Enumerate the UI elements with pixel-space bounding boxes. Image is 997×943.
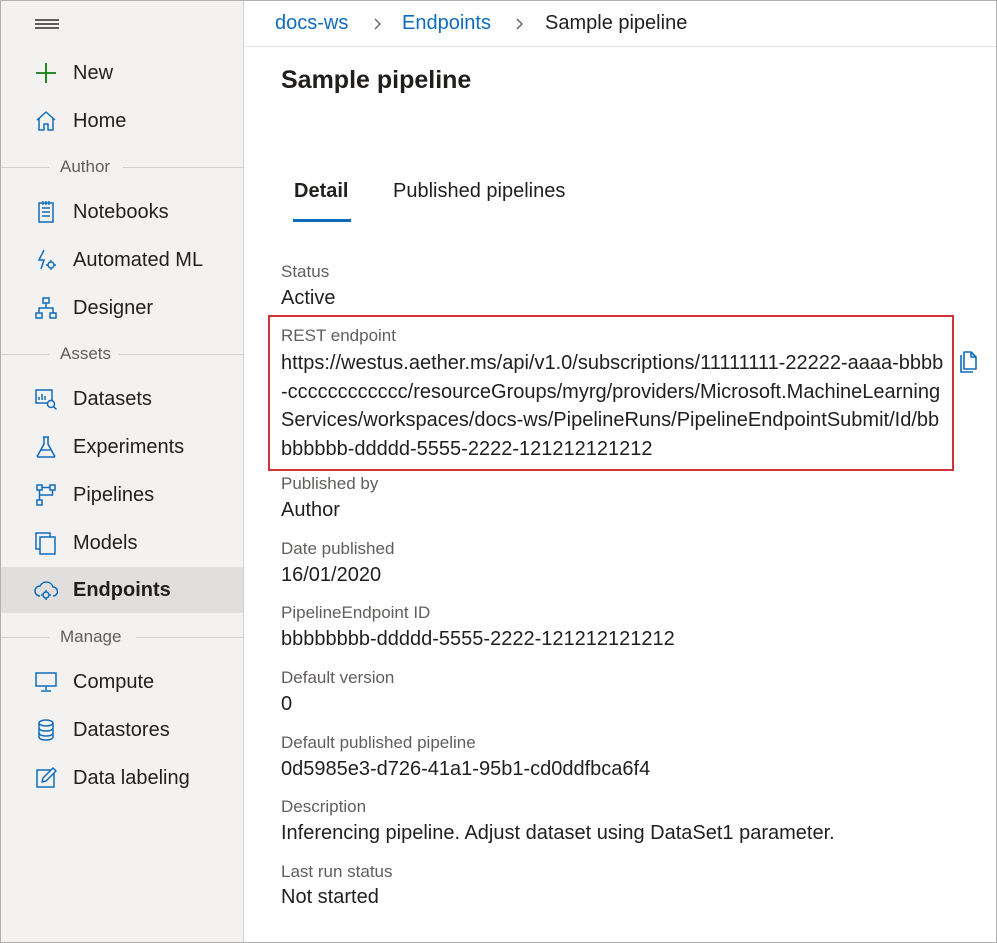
designer-icon (33, 296, 59, 320)
monitor-icon (33, 670, 59, 694)
database-icon (33, 718, 59, 742)
section-manage: Manage (1, 627, 243, 647)
sidebar-item-datasets[interactable]: Datasets (1, 376, 243, 422)
sidebar-item-endpoints[interactable]: Endpoints (1, 567, 243, 613)
section-manage-label: Manage (60, 627, 122, 646)
sidebar-item-label: Models (73, 531, 138, 554)
sidebar: New Home Author Notebooks Automated ML D… (1, 1, 244, 942)
plus-icon (33, 61, 59, 85)
page-title: Sample pipeline (281, 66, 472, 94)
tab-published-pipelines[interactable]: Published pipelines (393, 180, 565, 203)
sidebar-item-designer[interactable]: Designer (1, 285, 243, 331)
last-run-status-value: Not started (281, 886, 379, 908)
sidebar-item-label: Home (73, 109, 127, 132)
sidebar-item-automated-ml[interactable]: Automated ML (1, 237, 243, 283)
chevron-right-icon (516, 18, 523, 30)
default-version-value: 0 (281, 693, 293, 715)
pipeline-endpoint-id-label: PipelineEndpoint ID (281, 603, 431, 622)
rest-endpoint-value: https://westus.aether.ms/api/v1.0/subscr… (281, 352, 944, 460)
automated-ml-icon (33, 248, 59, 272)
sidebar-item-data-labeling[interactable]: Data labeling (1, 755, 243, 801)
sidebar-item-label: Experiments (73, 435, 185, 458)
published-by-label: Published by (281, 474, 379, 493)
sidebar-item-label: Data labeling (73, 766, 190, 789)
default-version-label: Default version (281, 668, 395, 687)
section-assets-label: Assets (60, 344, 112, 363)
sidebar-item-experiments[interactable]: Experiments (1, 424, 243, 470)
section-author-label: Author (60, 157, 111, 176)
sidebar-item-compute[interactable]: Compute (1, 659, 243, 705)
sidebar-item-home[interactable]: Home (1, 98, 243, 144)
breadcrumb: docs-ws Endpoints Sample pipeline (245, 1, 996, 47)
edit-icon (33, 766, 59, 790)
copy-icon (960, 351, 977, 373)
description-label: Description (281, 797, 367, 816)
pipeline-icon (33, 483, 59, 507)
models-icon (33, 531, 59, 555)
description-value: Inferencing pipeline. Adjust dataset usi… (281, 822, 835, 844)
breadcrumb-endpoints-link[interactable]: Endpoints (402, 12, 491, 35)
section-assets: Assets (1, 344, 243, 364)
sidebar-item-datastores[interactable]: Datastores (1, 707, 243, 753)
section-author: Author (1, 157, 243, 177)
sidebar-item-label: Notebooks (73, 200, 169, 223)
notebook-icon (33, 200, 59, 224)
date-published-value: 16/01/2020 (281, 564, 382, 586)
sidebar-item-label: Datasets (73, 387, 152, 410)
tab-detail-underline (293, 219, 351, 222)
date-published-label: Date published (281, 539, 395, 558)
tab-detail[interactable]: Detail (294, 180, 348, 203)
sidebar-item-label: Datastores (73, 718, 170, 741)
breadcrumb-workspace-link[interactable]: docs-ws (275, 12, 348, 35)
sidebar-item-label: Pipelines (73, 483, 155, 506)
copy-button[interactable] (956, 348, 980, 374)
pipeline-endpoint-id-value: bbbbbbbb-ddddd-5555-2222-121212121212 (281, 628, 675, 650)
hamburger-menu-icon[interactable] (35, 15, 59, 31)
sidebar-item-label: Compute (73, 670, 155, 693)
endpoint-icon (33, 578, 59, 602)
home-icon (33, 109, 59, 133)
flask-icon (33, 435, 59, 459)
sidebar-item-pipelines[interactable]: Pipelines (1, 472, 243, 518)
chevron-right-icon (374, 18, 381, 30)
sidebar-item-label: Endpoints (73, 578, 171, 601)
default-published-pipeline-value: 0d5985e3-d726-41a1-95b1-cd0ddfbca6f4 (281, 758, 651, 780)
published-by-value: Author (281, 499, 340, 521)
sidebar-item-models[interactable]: Models (1, 520, 243, 566)
status-label: Status (281, 262, 330, 281)
dataset-icon (33, 387, 59, 411)
status-value: Active (281, 287, 336, 309)
sidebar-item-new[interactable]: New (1, 50, 243, 96)
sidebar-item-label: Automated ML (73, 248, 204, 271)
last-run-status-label: Last run status (281, 862, 393, 881)
rest-endpoint-label: REST endpoint (281, 326, 396, 345)
default-published-pipeline-label: Default published pipeline (281, 733, 476, 752)
sidebar-item-notebooks[interactable]: Notebooks (1, 189, 243, 235)
breadcrumb-current: Sample pipeline (545, 12, 688, 34)
sidebar-item-label: Designer (73, 296, 154, 319)
sidebar-item-label: New (73, 61, 114, 84)
